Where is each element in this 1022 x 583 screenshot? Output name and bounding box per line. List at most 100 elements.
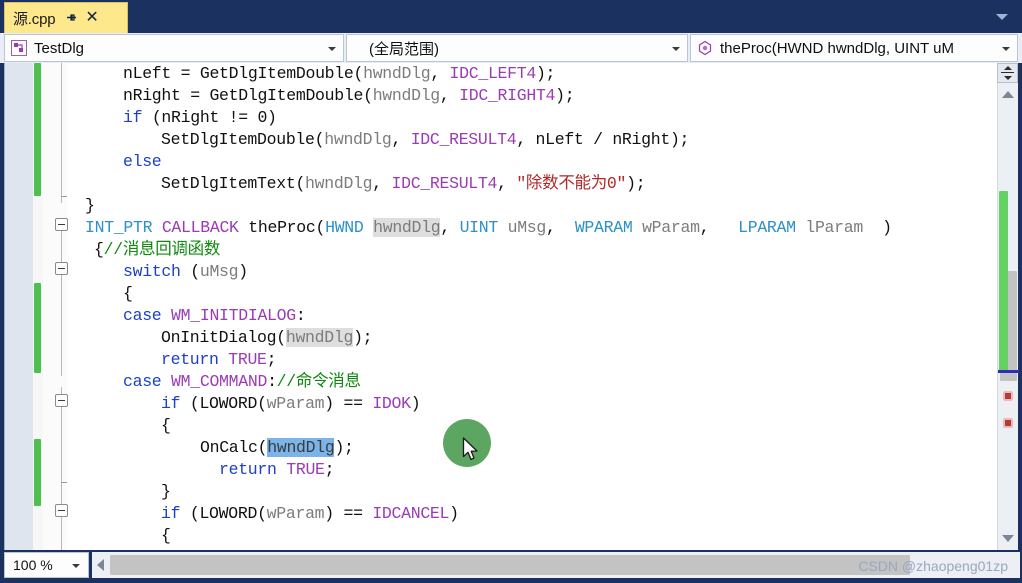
scroll-down-icon[interactable]: [1002, 535, 1014, 542]
scope-selector-value: (全局范围): [369, 40, 439, 58]
outlining-vertical-line: [61, 63, 62, 203]
chevron-down-icon[interactable]: [72, 564, 80, 568]
code-token: ,: [440, 218, 460, 237]
code-token: (: [276, 328, 286, 347]
code-token: {: [161, 416, 171, 435]
code-token: LPARAM: [738, 218, 796, 237]
code-token: IDC_RIGHT4: [459, 86, 556, 105]
code-token: (: [180, 394, 200, 413]
scrollbar-error-marker[interactable]: [1003, 418, 1013, 428]
code-token: ,: [372, 174, 392, 193]
code-token: ,: [497, 174, 517, 193]
code-token: ;: [266, 350, 277, 369]
change-indicator-bar: [34, 439, 41, 506]
scroll-up-icon[interactable]: [1002, 91, 1014, 98]
member-selector-dropdown[interactable]: theProc(HWND hwndDlg, UINT uM: [690, 34, 1018, 62]
horizontal-scroll-thumb[interactable]: [110, 555, 910, 575]
code-token: IDOK: [372, 394, 411, 413]
code-token: (: [257, 394, 267, 413]
chevron-down-icon[interactable]: [1002, 47, 1010, 51]
chevron-down-icon[interactable]: [672, 47, 680, 51]
code-token: GetDlgItemDouble: [199, 64, 354, 83]
code-line: {//消息回调函数: [67, 239, 220, 261]
code-token: hwndDlg: [372, 86, 441, 105]
code-token: }: [161, 482, 171, 501]
outlining-column: [43, 63, 68, 550]
code-editor[interactable]: nLeft = GetDlgItemDouble(hwndDlg, IDC_LE…: [4, 63, 1018, 550]
code-token: :: [295, 306, 306, 325]
code-line: nRight = GetDlgItemDouble(hwndDlg, IDC_R…: [67, 85, 575, 107]
code-token: hwndDlg: [324, 130, 392, 149]
code-token: );: [353, 328, 373, 347]
code-token: else: [123, 152, 162, 171]
code-token: theProc: [248, 218, 316, 237]
code-line: case WM_COMMAND://命令消息: [67, 371, 361, 393]
vertical-scrollbar[interactable]: [997, 83, 1019, 550]
code-token: );: [626, 174, 646, 193]
split-divider-icon: [1001, 72, 1014, 73]
class-selector-dropdown[interactable]: TestDlg: [4, 34, 344, 62]
code-token: ): [449, 504, 459, 523]
code-line: if (LOWORD(wParam) == IDCANCEL): [67, 503, 459, 525]
code-token: return: [219, 460, 277, 479]
code-token: ) ==: [324, 394, 373, 413]
close-icon[interactable]: ✕: [85, 10, 98, 26]
code-token: OnInitDialog: [161, 328, 277, 347]
code-token: (nRight != 0): [142, 108, 277, 127]
chevron-down-icon[interactable]: [996, 14, 1008, 20]
code-token: WPARAM: [574, 218, 633, 237]
scrollbar-error-marker[interactable]: [1003, 391, 1013, 401]
code-line: nLeft = GetDlgItemDouble(hwndDlg, IDC_LE…: [67, 63, 555, 85]
code-token: IDC_LEFT4: [449, 64, 537, 83]
code-token: :: [267, 372, 277, 391]
code-token: if: [161, 394, 181, 413]
tab-source-cpp[interactable]: 源.cpp ✕: [4, 2, 128, 33]
code-token: ): [238, 262, 248, 281]
code-token: LOWORD: [199, 394, 258, 413]
code-token: switch: [123, 262, 181, 281]
code-token: wParam: [642, 218, 700, 237]
code-token: return: [161, 350, 219, 369]
code-token: OnCalc: [200, 438, 258, 457]
outlining-vertical-line: [61, 515, 62, 550]
code-line: SetDlgItemText(hwndDlg, IDC_RESULT4, "除数…: [67, 173, 646, 195]
code-token: case: [123, 306, 162, 325]
tab-label: 源.cpp: [13, 10, 56, 28]
code-token: ,: [546, 218, 575, 237]
chevron-down-icon[interactable]: [328, 47, 336, 51]
class-selector-value: TestDlg: [34, 39, 85, 57]
member-selector-value: theProc(HWND hwndDlg, UINT uM: [720, 39, 954, 57]
code-token: INT_PTR: [85, 218, 153, 237]
code-token: nLeft: [123, 64, 181, 83]
code-token: WM_COMMAND: [171, 372, 268, 391]
code-token: uMsg: [507, 218, 547, 237]
code-token: HWND: [325, 218, 364, 237]
scrollbar-caret-marker: [998, 370, 1019, 373]
code-token: wParam: [266, 394, 325, 413]
code-token: );: [535, 64, 556, 83]
code-line: return TRUE;: [67, 459, 335, 481]
code-line: if (nRight != 0): [67, 107, 277, 129]
code-line: OnInitDialog(hwndDlg);: [67, 327, 373, 349]
zoom-level-dropdown[interactable]: 100 %: [4, 552, 89, 578]
scroll-left-icon[interactable]: [97, 559, 104, 571]
change-indicator-bar: [34, 283, 41, 373]
split-down-arrow-icon: [1004, 76, 1012, 80]
split-view-icon[interactable]: [997, 63, 1018, 83]
code-token: ,: [430, 64, 450, 83]
code-token: {: [161, 526, 171, 545]
code-token: (: [363, 86, 373, 105]
code-token: hwndDlg: [373, 218, 441, 237]
pin-icon[interactable]: [64, 11, 78, 25]
code-line: switch (uMsg): [67, 261, 248, 283]
zoom-level-value: 100 %: [13, 557, 53, 573]
code-token: if: [161, 504, 181, 523]
scope-selector-dropdown[interactable]: (全局范围): [346, 34, 688, 62]
code-line: if (LOWORD(wParam) == IDOK): [67, 393, 421, 415]
code-text-area[interactable]: nLeft = GetDlgItemDouble(hwndDlg, IDC_LE…: [67, 63, 1018, 550]
